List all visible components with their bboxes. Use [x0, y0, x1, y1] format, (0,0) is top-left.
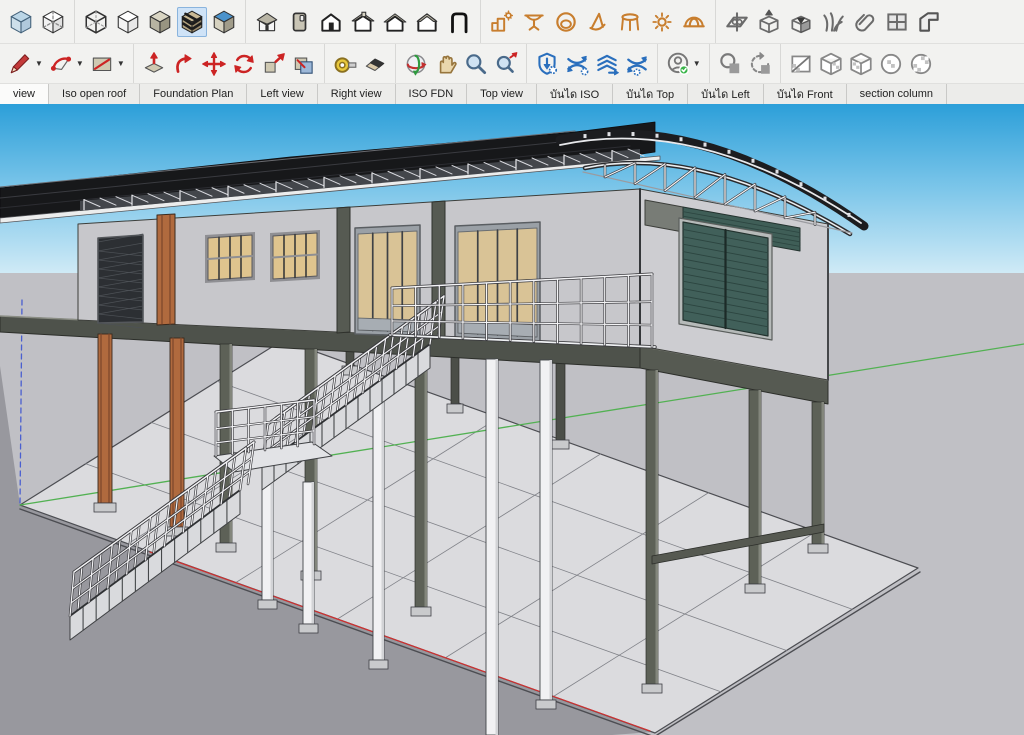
circle-checker-icon[interactable] — [907, 50, 935, 78]
scene-tab-left-view[interactable]: Left view — [247, 84, 317, 104]
move-tool-icon[interactable] — [200, 50, 228, 78]
scene-tab-บันได-iso[interactable]: บันได ISO — [537, 84, 613, 104]
render-plugin-group — [480, 0, 715, 43]
toolbar-tools: ▼ ▼ ▼ ▼ — [0, 44, 1024, 84]
light-stool-icon[interactable] — [615, 7, 645, 37]
viewport-3d-scene[interactable] — [0, 104, 1024, 735]
style-monochrome-icon[interactable] — [209, 7, 239, 37]
view-front-icon[interactable] — [316, 7, 346, 37]
account-group: ▼ — [657, 44, 709, 83]
modify-group — [133, 44, 324, 83]
scene-tab-iso-fdn[interactable]: ISO FDN — [396, 84, 468, 104]
swap-gear-icon[interactable] — [563, 50, 591, 78]
layers-export-icon[interactable] — [593, 50, 621, 78]
light-table-icon[interactable] — [519, 7, 549, 37]
view-back-icon[interactable] — [348, 7, 378, 37]
mesh-door — [98, 234, 143, 328]
style-shaded-icon[interactable] — [145, 7, 175, 37]
scene-tab-right-view[interactable]: Right view — [318, 84, 396, 104]
scene-tab-top-view[interactable]: Top view — [467, 84, 537, 104]
clip-tool-icon[interactable] — [850, 7, 880, 37]
grass-tool-icon[interactable] — [818, 7, 848, 37]
view-iso-icon[interactable] — [252, 7, 282, 37]
orbit-icon[interactable] — [402, 50, 430, 78]
scene-tab-iso-open-roof[interactable]: Iso open roof — [49, 84, 140, 104]
style-xray-icon[interactable] — [6, 7, 36, 37]
view-plan-icon[interactable] — [444, 7, 474, 37]
shadow-group — [709, 44, 780, 83]
tape-measure-icon[interactable] — [331, 50, 359, 78]
paste-rotate-icon[interactable] — [746, 50, 774, 78]
style-group-b — [74, 0, 245, 43]
view-left-icon[interactable] — [380, 7, 410, 37]
light-cone-icon[interactable] — [583, 7, 613, 37]
scene-tab-section-column[interactable]: section column — [847, 84, 947, 104]
style-back-edges-icon[interactable] — [38, 7, 68, 37]
box-down-icon[interactable] — [786, 7, 816, 37]
podium-icon[interactable] — [487, 7, 517, 37]
push-pull-icon[interactable] — [140, 50, 168, 78]
scene-tab-บันได-top[interactable]: บันได Top — [613, 84, 688, 104]
face-checker-icon[interactable] — [787, 50, 815, 78]
line-tool-dropdown-caret[interactable]: ▼ — [35, 59, 43, 68]
rectangle-tool-icon[interactable] — [88, 50, 116, 78]
scene-tab-bar: viewIso open roofFoundation PlanLeft vie… — [0, 84, 1024, 104]
style-wireframe-icon[interactable] — [81, 7, 111, 37]
scene-tab-view[interactable]: view — [0, 84, 49, 104]
shadow-sphere-icon[interactable] — [716, 50, 744, 78]
zoom-icon[interactable] — [462, 50, 490, 78]
draw-group: ▼ ▼ ▼ — [0, 44, 133, 83]
style-hidden-line-icon[interactable] — [113, 7, 143, 37]
extension-group — [715, 0, 950, 43]
sketchup-window: ▼ ▼ ▼ ▼ viewIso open roofFoundation PlanLef… — [0, 0, 1024, 735]
export-plugin-group — [526, 44, 657, 83]
account-icon[interactable] — [664, 50, 692, 78]
light-sun-icon[interactable] — [647, 7, 677, 37]
toolbar-top — [0, 0, 1024, 44]
view-top-icon[interactable] — [284, 7, 314, 37]
scale-tool-icon[interactable] — [260, 50, 288, 78]
corner-tool-icon[interactable] — [914, 7, 944, 37]
zoom-extents-icon[interactable] — [492, 50, 520, 78]
shield-export-icon[interactable] — [533, 50, 561, 78]
account-dropdown-caret[interactable]: ▼ — [693, 59, 701, 68]
facestyle-plugin-group — [780, 44, 941, 83]
light-dome-icon[interactable] — [679, 7, 709, 37]
scene-tab-foundation-plan[interactable]: Foundation Plan — [140, 84, 247, 104]
pan-icon[interactable] — [432, 50, 460, 78]
scene-tab-บันได-left[interactable]: บันได Left — [688, 84, 764, 104]
rectangle-tool-dropdown-caret[interactable]: ▼ — [117, 59, 125, 68]
window-grid-icon[interactable] — [882, 7, 912, 37]
mirror-tool-icon[interactable] — [722, 7, 752, 37]
camera-group — [395, 44, 526, 83]
views-group — [245, 0, 480, 43]
arc-tool-icon[interactable] — [47, 50, 75, 78]
box-up-icon[interactable] — [754, 7, 784, 37]
light-ring-icon[interactable] — [551, 7, 581, 37]
offset-tool-icon[interactable] — [290, 50, 318, 78]
measure-group — [324, 44, 395, 83]
rotate-tool-icon[interactable] — [230, 50, 258, 78]
eraser-icon[interactable] — [361, 50, 389, 78]
line-tool-icon[interactable] — [6, 50, 34, 78]
model-canvas[interactable] — [0, 104, 1024, 735]
swap-settings-icon[interactable] — [623, 50, 651, 78]
view-right-icon[interactable] — [412, 7, 442, 37]
style-group-a — [0, 0, 74, 43]
follow-me-icon[interactable] — [170, 50, 198, 78]
style-textured-icon[interactable] — [177, 7, 207, 37]
scene-tab-บันได-front[interactable]: บันได Front — [764, 84, 847, 104]
cube-checker-alt-icon[interactable] — [847, 50, 875, 78]
cube-checker-icon[interactable] — [817, 50, 845, 78]
sphere-checker-icon[interactable] — [877, 50, 905, 78]
arc-tool-dropdown-caret[interactable]: ▼ — [76, 59, 84, 68]
